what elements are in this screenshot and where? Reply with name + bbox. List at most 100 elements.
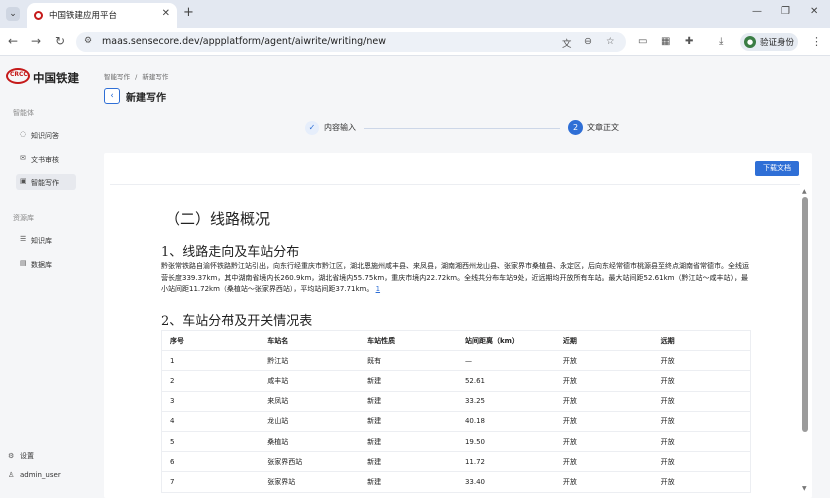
table-row: 7 张家界站 新建 33.40 开放 开放	[161, 471, 751, 493]
table-header: 站间距离（km）	[456, 329, 555, 352]
heading-route: 1、线路走向及车站分布	[161, 245, 300, 260]
edit-icon: ▣	[20, 177, 27, 185]
table-row: 5 桑植站 新建 19.50 开放 开放	[161, 431, 751, 453]
verify-identity-label: 验证身份	[760, 38, 795, 48]
table-cell: 开放	[554, 451, 653, 473]
new-tab-icon[interactable]: +	[183, 5, 194, 20]
table-row: 1 黔江站 既有 — 开放 开放	[161, 350, 751, 372]
reference-link[interactable]: 1	[376, 285, 380, 293]
table-cell: 2	[161, 370, 260, 392]
step1-label[interactable]: 内容输入	[324, 122, 356, 133]
profile-avatar-icon: ●	[744, 36, 756, 48]
table-cell: 开放	[652, 370, 751, 392]
address-bar[interactable]: ⚙ maas.sensecore.dev/appplatform/agent/a…	[76, 32, 626, 52]
table-cell: 开放	[554, 411, 653, 432]
section-agents: 智能体	[13, 109, 34, 117]
translate-icon[interactable]: 文	[562, 36, 572, 50]
table-header: 远期	[652, 329, 751, 352]
scroll-down-icon[interactable]: ▼	[802, 485, 807, 492]
scrollbar-thumb[interactable]	[802, 197, 808, 432]
page-title: 新建写作	[126, 93, 166, 104]
table-cell: 新建	[359, 471, 457, 493]
sidebar-item-knowledge[interactable]: ☰ 知识库	[16, 232, 76, 248]
logo-mark-text: CRCC	[10, 71, 28, 78]
reload-icon[interactable]: ↻	[55, 34, 65, 48]
sidebar-item-label: 知识问答	[31, 132, 59, 140]
step2-label[interactable]: 文章正文	[587, 122, 619, 133]
forward-icon[interactable]: →	[31, 34, 41, 48]
crcc-logo: CRCC	[6, 68, 30, 84]
chat-icon: ◌	[20, 130, 27, 138]
table-cell: 33.40	[456, 471, 555, 493]
table-cell: 开放	[554, 471, 653, 493]
table-header: 序号	[161, 329, 260, 352]
back-button[interactable]: ‹	[104, 88, 120, 104]
favicon-icon	[34, 11, 43, 20]
table-cell: 1	[161, 350, 260, 372]
route-paragraph: 黔张常铁路自渝怀铁路黔江站引出，向东行经重庆市黔江区，湖北恩施州咸丰县、来凤县，…	[161, 261, 751, 296]
tab-title: 中国铁建应用平台	[49, 11, 118, 21]
sidebar-item-label: 智能写作	[31, 179, 59, 187]
table-row: 6 张家界西站 新建 11.72 开放 开放	[161, 451, 751, 473]
more-menu-icon[interactable]: ⋮	[811, 35, 822, 48]
window-close-icon[interactable]: ✕	[810, 6, 818, 17]
gear-icon: ⚙	[8, 452, 15, 460]
table-cell: 开放	[652, 471, 751, 493]
bookmark-star-icon[interactable]: ☆	[606, 36, 615, 47]
table-body: 1 黔江站 既有 — 开放 开放 2 咸丰站 新建 52.61 开放 开放 3 来凤站 新建 33.25 开放开…	[161, 350, 751, 493]
table-cell: 开放	[652, 431, 751, 453]
user-icon: ♙	[8, 471, 15, 479]
table-row: 2 咸丰站 新建 52.61 开放 开放	[161, 370, 751, 392]
step2-number: 2	[568, 120, 583, 135]
breadcrumb: 智能写作 / 新建写作	[104, 71, 168, 81]
table-cell: 开放	[554, 370, 653, 392]
heading-stations: 2、车站分布及开关情况表	[161, 314, 313, 329]
browser-tab[interactable]: 中国铁建应用平台 ✕	[27, 3, 177, 28]
table-cell: —	[456, 350, 555, 372]
restore-icon[interactable]: ❐	[781, 6, 790, 17]
close-tab-icon[interactable]: ✕	[162, 8, 170, 19]
table-header: 车站名	[259, 329, 360, 352]
table-cell: 新建	[359, 411, 457, 432]
sidebar-item-database[interactable]: ▤ 数据库	[16, 256, 76, 272]
table-cell: 6	[161, 451, 260, 473]
paragraph-text: 黔张常铁路自渝怀铁路黔江站引出，向东行经重庆市黔江区，湖北恩施州咸丰县、来凤县，…	[161, 262, 749, 293]
settings-link[interactable]: ⚙ 设置	[8, 451, 34, 461]
qr-icon[interactable]: ▦	[661, 36, 670, 47]
table-header-row: 序号 车站名 车站性质 站间距离（km） 近期 远期	[161, 329, 751, 352]
minimize-icon[interactable]: —	[752, 6, 762, 17]
zoom-icon[interactable]: ⊖	[584, 36, 592, 47]
breadcrumb-separator: /	[135, 73, 138, 81]
download-icon[interactable]: ⤓	[719, 36, 723, 47]
tab-search-icon[interactable]: ⌄	[6, 7, 20, 21]
divider	[110, 184, 800, 185]
table-row: 3 来凤站 新建 33.25 开放 开放	[161, 391, 751, 412]
stepper: ✓ 内容输入 2 文章正文	[300, 119, 630, 137]
site-info-icon[interactable]: ⚙	[84, 36, 92, 46]
download-document-button[interactable]: 下载文档	[755, 161, 799, 176]
table-cell: 开放	[652, 451, 751, 473]
sidebar-item-writing[interactable]: ▣ 智能写作	[16, 174, 76, 190]
table-cell: 龙山站	[259, 411, 360, 432]
user-menu[interactable]: ♙ admin_user	[8, 471, 61, 479]
extensions-icon[interactable]: ✚	[685, 36, 693, 47]
browser-tab-bar: ⌄ 中国铁建应用平台 ✕ + — ❐ ✕	[0, 0, 830, 28]
scroll-up-icon[interactable]: ▲	[802, 188, 807, 195]
breadcrumb-root[interactable]: 智能写作	[104, 73, 130, 81]
table-cell: 来凤站	[259, 391, 360, 412]
verify-identity-button[interactable]: ● 验证身份	[740, 33, 798, 51]
text-cursor-icon: I	[230, 312, 234, 325]
sidebar-item-label: 文书审核	[31, 156, 59, 164]
table-cell: 咸丰站	[259, 370, 360, 392]
check-icon: ✓	[305, 121, 319, 135]
back-icon[interactable]: ←	[8, 34, 18, 48]
sidebar-item-qa[interactable]: ◌ 知识问答	[16, 127, 76, 143]
table-cell: 33.25	[456, 391, 555, 412]
url-text[interactable]: maas.sensecore.dev/appplatform/agent/aiw…	[102, 36, 386, 47]
sidebar-item-review[interactable]: ✉ 文书审核	[16, 151, 76, 167]
list-icon: ☰	[20, 235, 27, 243]
table-cell: 桑植站	[259, 431, 360, 453]
tab-groups-icon[interactable]: ▭	[638, 36, 647, 47]
doc-icon: ▤	[20, 259, 27, 267]
table-cell: 开放	[554, 431, 653, 453]
